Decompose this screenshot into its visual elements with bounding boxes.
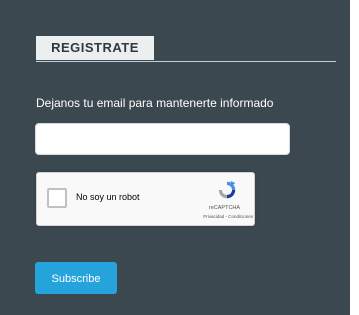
recaptcha-label: No soy un robot (76, 192, 140, 202)
recaptcha-checkbox[interactable] (47, 188, 67, 208)
recaptcha-brand: reCAPTCHA (208, 205, 241, 211)
section-header: REGISTRATE (36, 36, 336, 63)
section-title: REGISTRATE (36, 36, 154, 60)
newsletter-panel: REGISTRATE Dejanos tu email para mantene… (0, 0, 350, 315)
email-field[interactable] (35, 123, 290, 155)
header-underline (36, 61, 336, 62)
recaptcha-terms-link[interactable]: Privacidad - Condiciones (179, 214, 253, 219)
newsletter-subtitle: Dejanos tu email para mantenerte informa… (36, 96, 274, 110)
subscribe-button[interactable]: Subscribe (35, 262, 117, 294)
recaptcha-icon (218, 180, 236, 199)
recaptcha-widget: No soy un robot reCAPTCHA Privacidad - C… (36, 172, 255, 226)
